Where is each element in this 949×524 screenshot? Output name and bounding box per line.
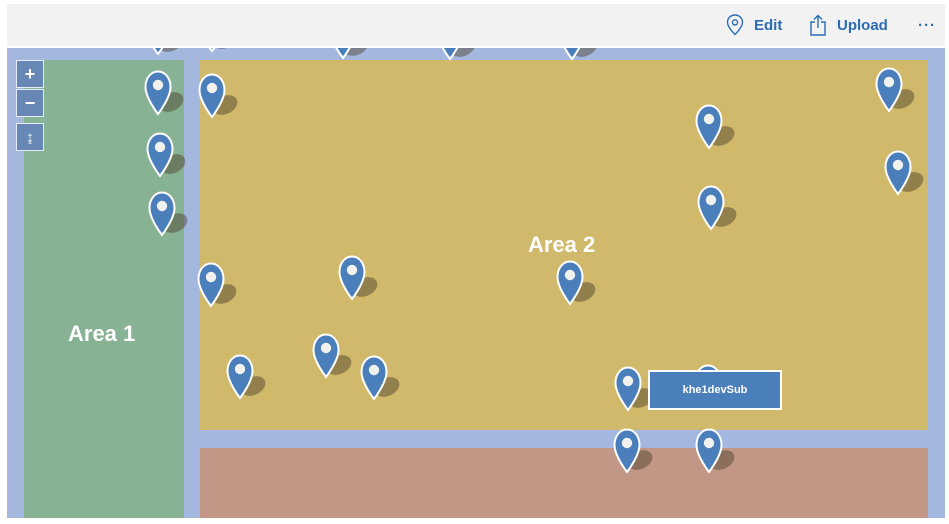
floor-map[interactable]: Area 1 Area 2 + − ↨ khe1devSub [7, 48, 945, 518]
map-pin[interactable] [198, 71, 246, 121]
pin-icon [556, 260, 596, 306]
map-pin[interactable] [884, 148, 932, 198]
map-page: Edit Upload ··· Area 1 Area 2 + − ↨ khe1… [0, 0, 949, 524]
area-3-region[interactable] [200, 448, 928, 518]
pin-icon [148, 191, 188, 237]
more-options-button[interactable]: ··· [918, 4, 936, 46]
zoom-in-button[interactable]: + [16, 60, 44, 88]
map-pin[interactable] [338, 253, 386, 303]
pin-icon [338, 255, 378, 301]
pin-icon [695, 104, 735, 150]
fit-to-view-button[interactable]: ↨ [16, 123, 44, 151]
pin-icon [312, 333, 352, 379]
map-pin[interactable] [144, 68, 192, 118]
area-2-label: Area 2 [528, 232, 596, 257]
pin-icon [208, 48, 238, 53]
edit-button[interactable]: Edit [726, 4, 782, 46]
pin-icon [884, 150, 924, 196]
pin-icon [360, 355, 400, 401]
map-pin[interactable] [146, 130, 194, 180]
device-tooltip: khe1devSub [648, 370, 782, 410]
area-1-region[interactable] [24, 60, 184, 518]
pin-icon [335, 48, 369, 60]
pin-icon [198, 73, 238, 119]
pin-icon [695, 428, 735, 474]
map-pin[interactable] [556, 258, 604, 308]
edit-label: Edit [754, 16, 783, 34]
map-pin[interactable] [695, 102, 743, 152]
map-pin[interactable] [875, 65, 923, 115]
share-upload-icon [809, 14, 827, 36]
more-icon: ··· [918, 16, 936, 34]
upload-button[interactable]: Upload [809, 4, 888, 46]
map-pin[interactable] [360, 353, 408, 403]
map-pin[interactable] [226, 352, 274, 402]
plus-icon: + [24, 63, 36, 84]
pin-icon [697, 185, 737, 231]
zoom-out-button[interactable]: − [16, 89, 44, 117]
map-pin[interactable] [197, 260, 245, 310]
minus-icon: − [24, 92, 36, 113]
pin-icon [144, 70, 184, 116]
command-bar: Edit Upload ··· [7, 4, 945, 46]
pin-icon [226, 354, 266, 400]
pin-icon [563, 48, 598, 61]
map-pin[interactable] [436, 48, 484, 63]
location-pin-icon [726, 14, 744, 36]
area-1-label: Area 1 [68, 321, 136, 346]
tooltip-label: khe1devSub [682, 384, 748, 396]
map-pin[interactable] [148, 189, 196, 239]
pin-icon [152, 48, 184, 56]
upload-label: Upload [837, 16, 888, 34]
map-pin[interactable] [198, 48, 246, 55]
pin-icon [441, 48, 476, 61]
map-pin[interactable] [697, 183, 745, 233]
pin-icon [197, 262, 237, 308]
map-pin[interactable] [144, 48, 192, 58]
resize-vertical-icon: ↨ [26, 128, 34, 146]
map-pin[interactable] [558, 48, 606, 63]
map-pin[interactable] [312, 331, 360, 381]
map-pin[interactable] [329, 48, 377, 62]
pin-icon [613, 428, 653, 474]
map-pin[interactable] [695, 426, 743, 476]
pin-icon [875, 67, 915, 113]
pin-icon [146, 132, 186, 178]
map-pin[interactable] [613, 426, 661, 476]
